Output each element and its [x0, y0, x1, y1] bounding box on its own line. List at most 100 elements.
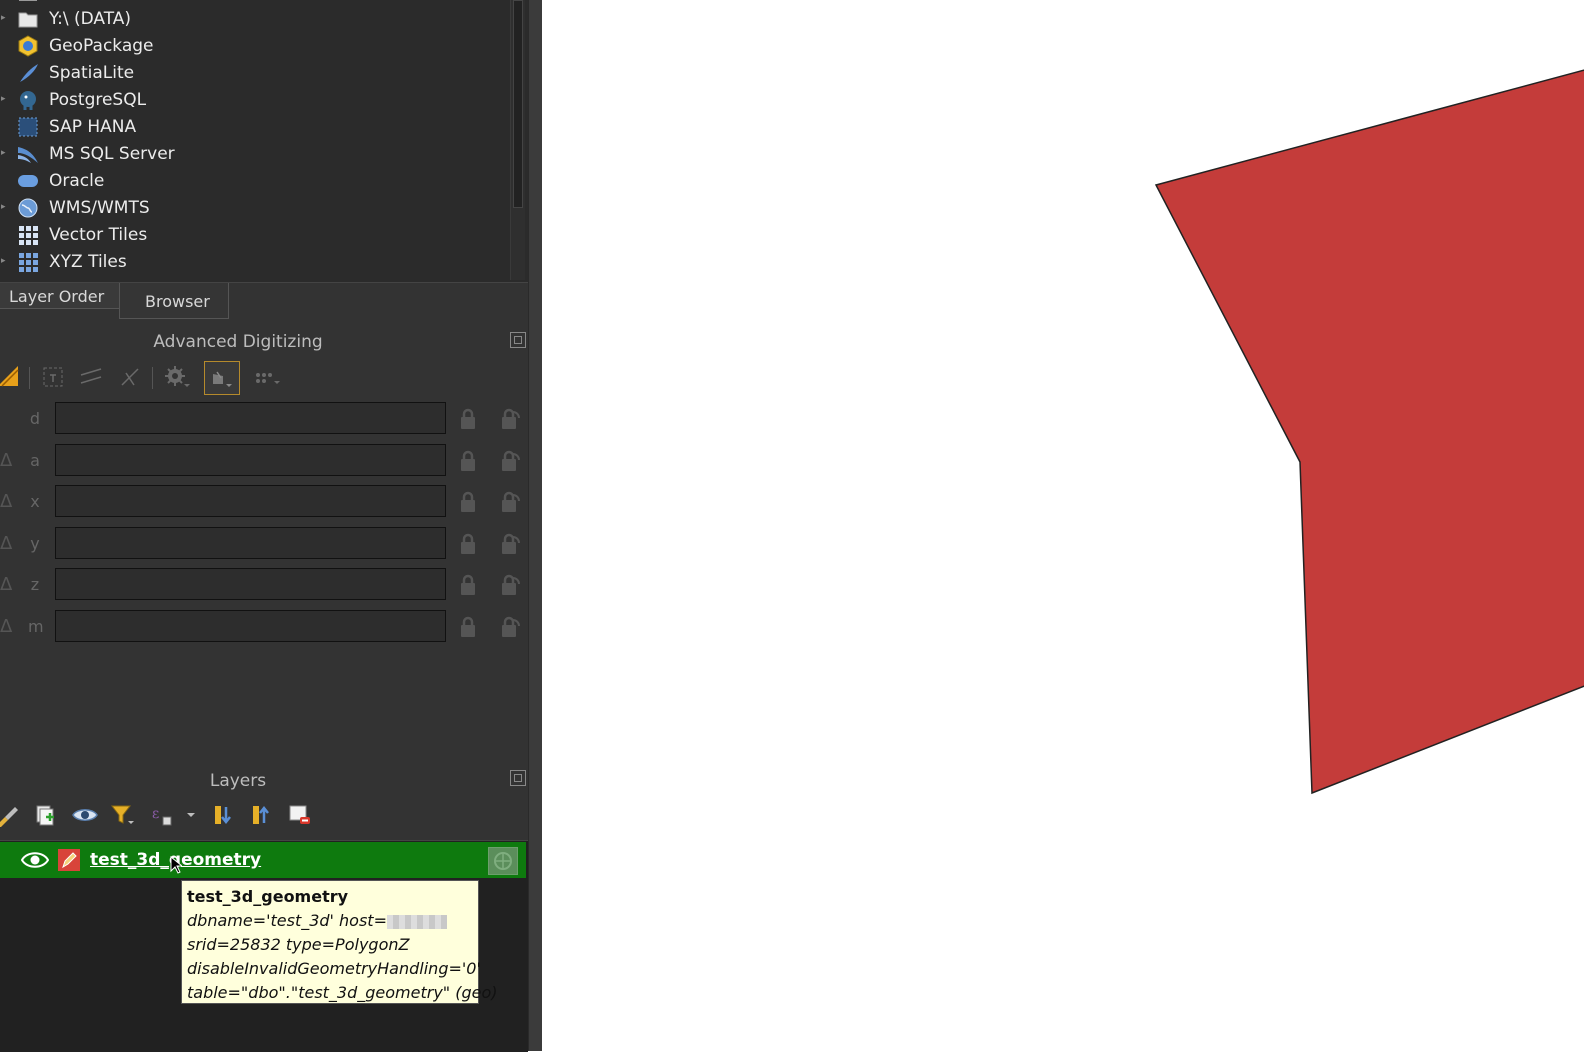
browser-tree: ▸ Y:\ (DATA) GeoPackage SpatiaLite ▸ Pos… [0, 0, 528, 283]
tooltip-dbname: dbname='test_3d' host= [187, 911, 387, 930]
tooltip-line: disableInvalidGeometryHandling='0' [187, 959, 481, 978]
tree-item-label: Y:\ (DATA) [49, 9, 132, 29]
layer-indicator-button[interactable] [488, 847, 518, 875]
repeating-lock-icon[interactable] [499, 574, 521, 596]
y-field[interactable] [55, 527, 446, 559]
chevron-down-icon [187, 813, 195, 817]
toolbar-separator [152, 367, 153, 389]
repeating-lock-icon[interactable] [499, 450, 521, 472]
lock-icon[interactable] [458, 616, 478, 638]
lock-icon[interactable] [458, 574, 478, 596]
editing-pencil-icon [58, 849, 80, 871]
repeating-lock-icon[interactable] [499, 491, 521, 513]
lock-icon[interactable] [458, 533, 478, 555]
parallel-button[interactable] [76, 362, 106, 392]
eye-icon [72, 809, 98, 821]
relative-delta-icon[interactable]: Δ [0, 450, 12, 471]
tree-item-label: PostgreSQL [49, 90, 147, 110]
gear-icon [165, 366, 190, 387]
lock-icon[interactable] [458, 491, 478, 513]
remove-layer-button[interactable] [285, 800, 315, 830]
axis-label: z [30, 575, 40, 594]
expression-dropdown[interactable] [178, 800, 204, 830]
relative-delta-icon[interactable]: Δ [0, 533, 12, 554]
tree-item-xyz-tiles[interactable]: ▸ XYZ Tiles [0, 248, 510, 275]
manage-visibility-button[interactable] [70, 800, 100, 830]
distance-field[interactable] [55, 402, 446, 434]
dots-icon [256, 373, 280, 384]
layer-item[interactable]: test_3d_geometry [0, 842, 526, 878]
repeating-lock-icon[interactable] [499, 533, 521, 555]
x-field[interactable] [55, 485, 446, 517]
tree-item-wms-wmts[interactable]: ▸ WMS/WMTS [0, 194, 510, 221]
z-field[interactable] [55, 568, 446, 600]
angle-row: Δ a [0, 444, 528, 478]
expand-arrow-icon[interactable]: ▸ [1, 5, 7, 32]
paintbrush-icon [0, 807, 18, 827]
construction-mode-button[interactable] [38, 362, 68, 392]
tree-item-data-drive[interactable]: ▸ Y:\ (DATA) [0, 5, 510, 32]
tooltip-line: srid=25832 type=PolygonZ [187, 935, 410, 954]
layers-panel-title: Layers [209, 771, 267, 791]
embedded-indicator-icon [494, 852, 512, 870]
polygon-feature[interactable] [1154, 68, 1584, 795]
tree-item-spatialite[interactable]: SpatiaLite [0, 59, 510, 86]
tab-layer-order[interactable]: Layer Order [0, 283, 119, 309]
lock-icon[interactable] [458, 408, 478, 430]
perpendicular-icon [121, 368, 139, 386]
angle-field[interactable] [55, 444, 446, 476]
repeating-lock-icon[interactable] [499, 408, 521, 430]
tree-item-postgresql[interactable]: ▸ PostgreSQL [0, 86, 510, 113]
add-group-button[interactable] [30, 800, 60, 830]
enable-cad-button[interactable] [0, 362, 24, 392]
dock-splitter[interactable] [528, 0, 543, 1051]
relative-delta-icon[interactable]: Δ [0, 491, 12, 512]
floater-button[interactable] [254, 362, 284, 392]
tree-item-mssql[interactable]: ▸ MS SQL Server [0, 140, 510, 167]
undock-icon[interactable] [510, 770, 526, 786]
expand-arrow-icon[interactable]: ▸ [1, 248, 7, 275]
angle-snap-icon [213, 371, 232, 387]
lock-icon[interactable] [458, 450, 478, 472]
distance-row: d [0, 402, 528, 436]
m-row: Δ m [0, 610, 528, 644]
relative-delta-icon[interactable]: Δ [0, 616, 12, 637]
expand-arrow-icon[interactable]: ▸ [1, 140, 7, 167]
settings-button[interactable] [162, 362, 192, 392]
folder-icon [17, 8, 39, 30]
xyz-tiles-icon [17, 251, 39, 273]
filter-legend-button[interactable] [108, 800, 138, 830]
axis-label: y [30, 534, 40, 553]
repeating-lock-icon[interactable] [499, 616, 521, 638]
expand-all-button[interactable] [209, 800, 239, 830]
scrollbar-thumb[interactable] [513, 0, 523, 208]
undock-icon[interactable] [510, 332, 526, 348]
tree-item-vector-tiles[interactable]: Vector Tiles [0, 221, 510, 248]
tree-item-oracle[interactable]: Oracle [0, 167, 510, 194]
toolbar-separator [29, 367, 30, 389]
globe-icon [17, 197, 39, 219]
visibility-eye-icon[interactable] [21, 850, 49, 870]
perpendicular-button[interactable] [115, 362, 145, 392]
tooltip-line: dbname='test_3d' host= [187, 909, 473, 933]
expand-arrow-icon[interactable]: ▸ [1, 86, 7, 113]
tree-item-label: MS SQL Server [49, 144, 175, 164]
snap-to-common-angles-button[interactable] [204, 361, 240, 395]
m-field[interactable] [55, 610, 446, 642]
map-canvas[interactable] [542, 0, 1584, 1051]
tree-item-label: Vector Tiles [49, 225, 148, 245]
expand-arrow-icon[interactable]: ▸ [1, 194, 7, 221]
relative-delta-icon[interactable]: Δ [0, 574, 12, 595]
style-manager-button[interactable] [0, 800, 22, 830]
drive-icon [17, 0, 39, 3]
tree-item-sap-hana[interactable]: SAP HANA [0, 113, 510, 140]
advanced-digitizing-title: Advanced Digitizing [153, 332, 323, 352]
tree-item-geopackage[interactable]: GeoPackage [0, 32, 510, 59]
sap-hana-icon [17, 116, 39, 138]
filter-by-expression-button[interactable]: ε [147, 800, 177, 830]
svg-text:ε: ε [152, 806, 159, 822]
tab-browser[interactable]: Browser [119, 283, 229, 319]
browser-scrollbar[interactable] [510, 0, 525, 280]
expression-filter-icon: ε [152, 806, 172, 826]
collapse-all-button[interactable] [247, 800, 277, 830]
